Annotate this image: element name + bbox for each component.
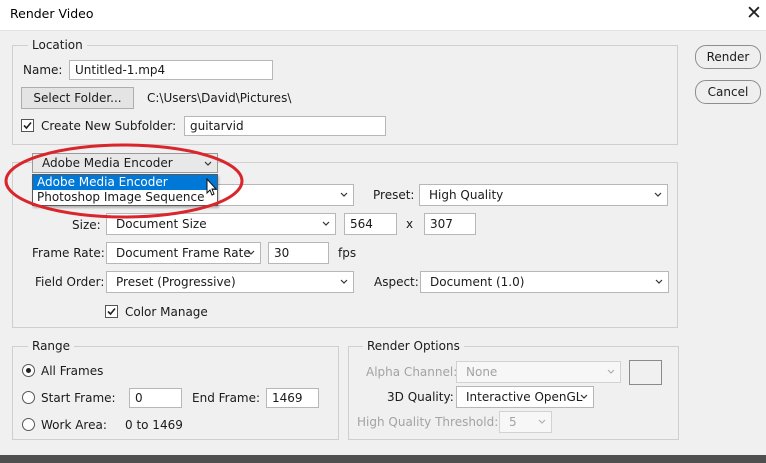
frame-rate-select-value: Document Frame Rate xyxy=(116,246,251,260)
mouse-pointer-icon xyxy=(206,178,218,196)
end-frame-label: End Frame: xyxy=(192,391,261,405)
preset-select[interactable]: High Quality xyxy=(419,184,668,206)
field-order-select[interactable]: Preset (Progressive) xyxy=(106,271,354,293)
3d-quality-select[interactable]: Interactive OpenGL xyxy=(456,386,594,408)
chevron-down-icon xyxy=(538,419,546,424)
window-title: Render Video xyxy=(10,6,94,21)
frame-rate-select[interactable]: Document Frame Rate xyxy=(106,242,261,264)
frame-rate-label: Frame Rate: xyxy=(32,246,105,260)
high-quality-threshold-label: High Quality Threshold: xyxy=(357,415,499,429)
cancel-button[interactable]: Cancel xyxy=(695,80,761,104)
subfolder-input[interactable]: guitarvid xyxy=(184,116,386,136)
checkmark-icon xyxy=(107,307,116,316)
select-folder-button[interactable]: Select Folder... xyxy=(21,87,134,109)
fps-unit: fps xyxy=(338,246,357,260)
alpha-channel-label: Alpha Channel: xyxy=(366,365,458,379)
height-input[interactable]: 307 xyxy=(424,213,476,235)
high-quality-threshold-select[interactable]: 5 xyxy=(499,411,552,433)
preset-select-value: High Quality xyxy=(429,188,504,202)
color-manage-label: Color Manage xyxy=(125,305,208,319)
work-area-value: 0 to 1469 xyxy=(125,418,183,432)
aspect-select[interactable]: Document (1.0) xyxy=(420,271,669,293)
chevron-down-icon xyxy=(654,192,662,197)
size-separator: x xyxy=(406,217,414,231)
width-input[interactable]: 564 xyxy=(344,213,397,235)
chevron-down-icon xyxy=(322,221,330,226)
start-frame-label: Start Frame: xyxy=(41,391,116,405)
background-strip xyxy=(0,455,766,463)
chevron-down-icon xyxy=(580,394,588,399)
work-area-radio[interactable] xyxy=(22,418,35,431)
3d-quality-select-value: Interactive OpenGL xyxy=(466,390,583,404)
close-icon[interactable]: ✕ xyxy=(744,2,764,24)
field-order-select-value: Preset (Progressive) xyxy=(116,275,236,289)
fps-input[interactable]: 30 xyxy=(268,242,329,264)
create-subfolder-label: Create New Subfolder: xyxy=(41,119,177,133)
name-label: Name: xyxy=(23,63,63,77)
color-swatch[interactable] xyxy=(629,360,662,385)
aspect-label: Aspect: xyxy=(374,275,419,289)
end-frame-input[interactable]: 1469 xyxy=(266,388,319,408)
all-frames-radio[interactable] xyxy=(22,364,35,377)
range-legend: Range xyxy=(28,339,75,353)
checkmark-icon xyxy=(23,121,32,130)
folder-path: C:\Users\David\Pictures\ xyxy=(147,91,292,105)
alpha-channel-select[interactable]: None xyxy=(456,361,621,383)
annotation-ellipse xyxy=(4,143,244,219)
render-options-legend: Render Options xyxy=(363,339,464,353)
chevron-down-icon xyxy=(607,369,615,374)
preset-label: Preset: xyxy=(373,188,415,202)
start-frame-input[interactable]: 0 xyxy=(129,388,182,408)
title-bar xyxy=(0,0,766,30)
create-subfolder-checkbox[interactable] xyxy=(21,119,34,132)
chevron-down-icon xyxy=(247,250,255,255)
render-button[interactable]: Render xyxy=(695,45,761,69)
chevron-down-icon xyxy=(340,279,348,284)
high-quality-threshold-value: 5 xyxy=(509,415,517,429)
work-area-label: Work Area: xyxy=(41,418,107,432)
name-input[interactable]: Untitled-1.mp4 xyxy=(69,60,273,80)
field-order-label: Field Order: xyxy=(35,275,105,289)
chevron-down-icon xyxy=(340,192,348,197)
3d-quality-label: 3D Quality: xyxy=(387,390,454,404)
aspect-select-value: Document (1.0) xyxy=(430,275,525,289)
color-manage-checkbox[interactable] xyxy=(105,305,118,318)
chevron-down-icon xyxy=(655,279,663,284)
all-frames-label: All Frames xyxy=(41,364,104,378)
location-legend: Location xyxy=(28,38,87,52)
start-frame-radio[interactable] xyxy=(22,391,35,404)
alpha-channel-select-value: None xyxy=(466,365,498,379)
